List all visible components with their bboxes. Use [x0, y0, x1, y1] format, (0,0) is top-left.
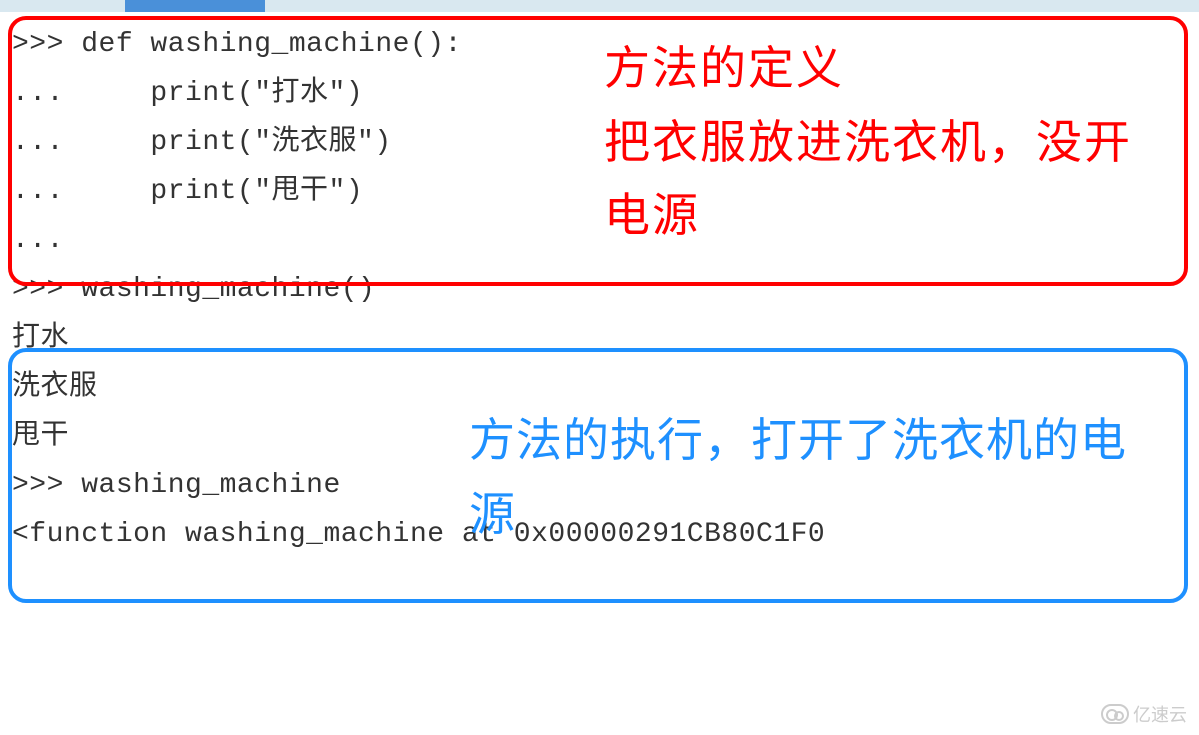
- watermark: 亿速云: [1101, 701, 1187, 727]
- watermark-icon: [1101, 704, 1129, 724]
- top-bar-highlight: [125, 0, 265, 12]
- execution-annotation: 方法的执行，打开了洗衣机的电源: [469, 404, 1169, 551]
- code-line-7: 打水: [12, 314, 1187, 363]
- watermark-text: 亿速云: [1133, 701, 1187, 727]
- definition-annotation: 方法的定义把衣服放进洗衣机，没开电源: [604, 32, 1154, 253]
- code-line-6: >>> washing_machine(): [12, 265, 1187, 314]
